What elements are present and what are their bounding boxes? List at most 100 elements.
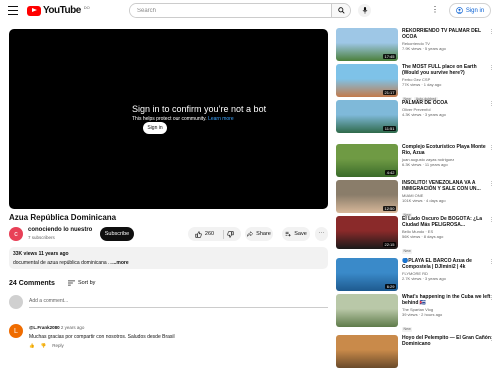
- video-meta: 7.9K views · 5 years ago: [402, 46, 446, 51]
- video-title-link[interactable]: 🔵PLAYA EL BARCO Azua de Compostela | DJI…: [402, 258, 494, 270]
- video-info: REKORRIENDO TV PALMAR DEL OCOA Rekorriend…: [402, 28, 494, 51]
- search-input[interactable]: [130, 4, 331, 17]
- related-video[interactable]: Hoyo del Pelempito — El Gran Cañón Domin…: [336, 335, 494, 368]
- video-info: What's happening in the Cuba we left beh…: [402, 294, 494, 335]
- video-menu-icon[interactable]: ⋮: [489, 65, 494, 71]
- player-sign-in-button[interactable]: Sign in: [143, 122, 167, 134]
- comment-author[interactable]: @L.Frank2080: [29, 325, 60, 330]
- video-duration: 17:45: [382, 54, 396, 59]
- like-divider: [223, 229, 225, 239]
- video-info: PALMAR DE OCOA Oliver Prevenfol 4.3K views…: [402, 100, 494, 117]
- channel-avatar[interactable]: c: [9, 227, 23, 241]
- video-thumbnail[interactable]: [336, 294, 398, 327]
- subscriber-count: 7 subscribers: [28, 235, 55, 240]
- related-video[interactable]: 17:45 REKORRIENDO TV PALMAR DEL OCOA Rekor…: [336, 28, 494, 61]
- description-box[interactable]: 33K views 11 years ago documental de azu…: [9, 247, 328, 269]
- sign-in-label: Sign in: [465, 7, 485, 14]
- more-options-icon[interactable]: ⋮: [431, 6, 439, 14]
- save-icon: [285, 231, 291, 237]
- video-info: The MOST FULL place on Earth (Would you …: [402, 64, 494, 105]
- video-info: Hoyo del Pelempito — El Gran Cañón Domin…: [402, 335, 494, 347]
- video-title: Azua República Dominicana: [9, 213, 117, 222]
- video-menu-icon[interactable]: ⋮: [489, 145, 494, 151]
- comment-actions: 👍 👎 Reply: [29, 343, 64, 349]
- account-icon: [455, 7, 463, 14]
- video-thumbnail[interactable]: 11:51: [336, 100, 398, 133]
- sort-label: Sort by: [78, 280, 96, 286]
- search-box: [129, 3, 351, 18]
- video-menu-icon[interactable]: ⋮: [489, 217, 494, 223]
- comment-time[interactable]: 2 years ago: [61, 325, 85, 330]
- youtube-logo[interactable]: YouTube DO: [27, 5, 90, 16]
- description-body: documental de azua república dominicana …: [13, 260, 113, 266]
- video-title-link[interactable]: INSÓLITO! VENEZOLANA VA A INMIGRACIÓN Y …: [402, 180, 494, 192]
- comment-dislike-icon[interactable]: 👎: [41, 343, 47, 349]
- video-badge: New: [402, 249, 413, 254]
- video-info: INSÓLITO! VENEZOLANA VA A INMIGRACIÓN Y …: [402, 180, 494, 221]
- video-thumbnail[interactable]: 17:45: [336, 28, 398, 61]
- save-label: Save: [294, 231, 307, 237]
- subscribe-button[interactable]: Subscribe: [100, 227, 134, 241]
- video-menu-icon[interactable]: ⋮: [489, 101, 494, 107]
- video-menu-icon[interactable]: ⋮: [489, 336, 494, 342]
- related-video[interactable]: What's happening in the Cuba we left beh…: [336, 294, 494, 332]
- voice-search-button[interactable]: [358, 4, 371, 17]
- more-actions-button[interactable]: ⋯: [315, 227, 328, 241]
- channel-name[interactable]: conociendo lo nuestro: [28, 227, 92, 233]
- add-comment-input[interactable]: Add a comment...: [29, 298, 328, 308]
- video-thumbnail[interactable]: 6:29: [336, 258, 398, 291]
- related-video[interactable]: 6:29 🔵PLAYA EL BARCO Azua de Compostela |…: [336, 258, 494, 291]
- related-video[interactable]: 22:15 El Lado Oscuro De BOGOTÁ: ¿La Ciuda…: [336, 216, 494, 254]
- video-meta: 6.3K views · 11 years ago: [402, 162, 448, 167]
- video-menu-icon[interactable]: ⋮: [489, 29, 494, 35]
- menu-icon[interactable]: [8, 6, 18, 15]
- views-and-date: 33K views 11 years ago: [13, 251, 69, 257]
- related-video[interactable]: 4:42 Complejo Ecoturístico Playa Monte Rí…: [336, 144, 494, 177]
- share-button[interactable]: Share: [245, 227, 273, 241]
- video-thumbnail[interactable]: 22:15: [336, 216, 398, 249]
- video-duration: 21:17: [382, 90, 396, 95]
- video-title-link[interactable]: Complejo Ecoturístico Playa Monte Río, A…: [402, 144, 494, 156]
- video-thumbnail[interactable]: 12:50: [336, 180, 398, 213]
- video-duration: 12:50: [382, 206, 396, 211]
- video-menu-icon[interactable]: ⋮: [489, 295, 494, 301]
- video-title-link[interactable]: The MOST FULL place on Earth (Would you …: [402, 64, 494, 76]
- bot-check-text: This helps protect our community.: [132, 116, 207, 122]
- video-badges: New: [402, 239, 494, 257]
- share-icon: [247, 231, 254, 237]
- video-title-link[interactable]: El Lado Oscuro De BOGOTÁ: ¿La Ciudad Más…: [402, 216, 494, 228]
- video-menu-icon[interactable]: ⋮: [489, 181, 494, 187]
- comment-reply-button[interactable]: Reply: [52, 343, 64, 349]
- learn-more-link[interactable]: Learn more: [208, 116, 234, 122]
- sort-comments-button[interactable]: Sort by: [68, 280, 95, 286]
- sign-in-button[interactable]: Sign in: [449, 3, 491, 18]
- video-duration: 22:15: [382, 242, 396, 247]
- like-count[interactable]: 260: [205, 231, 214, 237]
- thumbs-down-icon[interactable]: [227, 230, 234, 238]
- related-video[interactable]: 12:50 INSÓLITO! VENEZOLANA VA A INMIGRACI…: [336, 180, 494, 218]
- video-thumbnail[interactable]: [336, 335, 398, 368]
- video-thumbnail[interactable]: 4:42: [336, 144, 398, 177]
- video-title-link[interactable]: What's happening in the Cuba we left beh…: [402, 294, 494, 306]
- video-duration: 11:51: [383, 126, 396, 131]
- video-title-link[interactable]: REKORRIENDO TV PALMAR DEL OCOA: [402, 28, 494, 40]
- microphone-icon: [362, 7, 367, 14]
- save-button[interactable]: Save: [282, 227, 310, 241]
- video-info: Complejo Ecoturístico Playa Monte Río, A…: [402, 144, 494, 167]
- video-thumbnail[interactable]: 21:17: [336, 64, 398, 97]
- video-title-link[interactable]: Hoyo del Pelempito — El Gran Cañón Domin…: [402, 335, 494, 347]
- logo-text: YouTube: [43, 5, 81, 16]
- thumbs-up-icon[interactable]: [195, 230, 202, 238]
- video-player[interactable]: Sign in to confirm you’re not a bot This…: [9, 29, 328, 209]
- search-button[interactable]: [331, 4, 350, 17]
- video-menu-icon[interactable]: ⋮: [489, 259, 494, 265]
- related-video[interactable]: 21:17 The MOST FULL place on Earth (Would…: [336, 64, 494, 102]
- commenter-avatar[interactable]: L: [9, 324, 23, 338]
- top-bar: YouTube DO ⋮ Sign in: [0, 0, 500, 22]
- comment-like-icon[interactable]: 👍: [29, 343, 35, 349]
- show-more-link[interactable]: ...more: [112, 260, 128, 266]
- related-video[interactable]: 11:51 PALMAR DE OCOA Oliver Prevenfol 4.3K …: [336, 100, 494, 133]
- bot-check-title: Sign in to confirm you’re not a bot: [132, 104, 267, 114]
- video-title-link[interactable]: PALMAR DE OCOA: [402, 100, 494, 106]
- more-actions-icon: ⋯: [318, 231, 325, 237]
